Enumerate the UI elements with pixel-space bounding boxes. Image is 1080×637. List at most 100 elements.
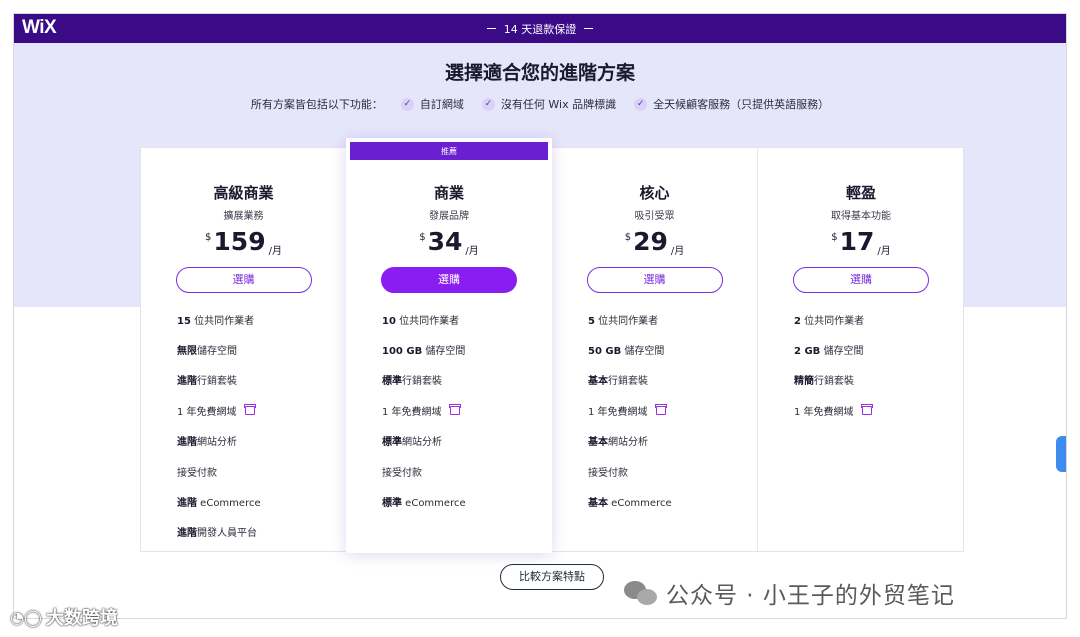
feature-highlight: 2 [794, 315, 801, 327]
select-plan-button[interactable]: 選購 [586, 267, 723, 293]
gift-icon [860, 403, 873, 415]
plan-feature-item: 10 位共同作業者 [382, 304, 552, 334]
watermark-text: 公众号 · 小王子的外贸笔记 [666, 583, 955, 609]
feature-text: 精簡行銷套裝 [794, 372, 854, 387]
compare-plans-button[interactable]: 比較方案特點 [500, 564, 604, 590]
feature-detail: 位共同作業者 [190, 315, 255, 327]
price-period: /月 [268, 246, 282, 257]
feature-highlight: 50 GB [588, 346, 622, 358]
plan-feature-list: 5 位共同作業者 50 GB 儲存空間 基本行銷套裝 1 年免費網域 基本網站分析 接受付… [552, 304, 757, 517]
features-intro: 所有方案皆包括以下功能： [250, 98, 383, 111]
feature-detail: 位共同作業者 [594, 315, 659, 327]
plan-card: 高級商業 擴展業務 $ 159 /月 選購 15 位共同作業者 無限儲存空間 進階行銷套… [141, 148, 347, 551]
currency-symbol: $ [419, 232, 426, 243]
plan-price: $ 29 /月 [552, 227, 757, 258]
check-icon: ✓ [400, 97, 414, 111]
feature-detail: 1 年免費網域 [382, 406, 442, 418]
feature-text: 標準行銷套裝 [382, 372, 442, 387]
feature-text: 接受付款 [588, 464, 628, 479]
plan-card: 推薦 商業 發展品牌 $ 34 /月 選購 10 位共同作業者 100 GB 儲存空間標… [346, 138, 552, 553]
feature-text: 標準 eCommerce [382, 494, 466, 509]
top-banner: WiX 14 天退款保證 [14, 14, 1066, 43]
select-plan-button[interactable]: 選購 [381, 267, 517, 293]
feature-detail: 1 年免費網域 [177, 406, 237, 418]
price-amount: 159 [213, 227, 266, 256]
plan-feature-item: 1 年免費網域 [794, 395, 964, 425]
check-icon: ✓ [481, 97, 495, 111]
plan-feature-item: 100 GB 儲存空間 [382, 334, 552, 364]
feature-label: 全天候顧客服務（只提供英語服務） [653, 98, 830, 111]
plan-feature-item: 進階 eCommerce [177, 486, 346, 516]
plan-cards: 高級商業 擴展業務 $ 159 /月 選購 15 位共同作業者 無限儲存空間 進階行銷套… [140, 138, 964, 553]
feature-text: 2 位共同作業者 [794, 312, 864, 327]
currency-symbol: $ [205, 232, 212, 243]
price-amount: 34 [427, 227, 463, 256]
plan-feature-item: 進階網站分析 [177, 426, 346, 456]
feature-highlight: 標準 [382, 376, 402, 388]
watermark-brand-text: 大数跨境 [45, 608, 118, 629]
feature-highlight: 進階 [177, 376, 197, 388]
feature-highlight: 100 GB [382, 346, 423, 358]
feature-highlight: 進階 [177, 528, 197, 540]
feature-detail: 位共同作業者 [395, 315, 460, 327]
plan-feature-list: 10 位共同作業者 100 GB 儲存空間 標準行銷套裝 1 年免費網域 標準網站分析接… [346, 304, 552, 517]
feature-text: 10 位共同作業者 [382, 312, 459, 327]
feature-detail: 儲存空間 [621, 346, 665, 358]
page-title: 選擇適合您的進階方案 [444, 62, 635, 84]
feature-detail: eCommerce [197, 498, 261, 510]
feature-text: 1 年免費網域 [382, 403, 442, 418]
brand-mark-icon: ◔◯ [10, 607, 42, 627]
price-amount: 29 [633, 227, 668, 256]
plan-price: $ 159 /月 [141, 227, 346, 258]
wechat-icon [624, 579, 658, 607]
side-help-tab[interactable] [1056, 436, 1066, 472]
feature-detail: eCommerce [402, 498, 466, 510]
feature-detail: 儲存空間 [422, 346, 466, 358]
feature-highlight: 基本 [588, 437, 608, 449]
feature-text: 2 GB 儲存空間 [794, 342, 863, 357]
feature-highlight: 標準 [382, 498, 402, 510]
feature-detail: 網站分析 [197, 437, 237, 449]
feature-detail: 網站分析 [402, 437, 442, 449]
feature-detail: 行銷套裝 [402, 376, 442, 388]
feature-text: 進階網站分析 [177, 433, 237, 448]
recommended-ribbon: 推薦 [350, 142, 548, 160]
feature-text: 接受付款 [177, 464, 217, 479]
plan-subtitle: 吸引受眾 [634, 211, 675, 222]
price-period: /月 [465, 246, 479, 257]
feature-detail: 1 年免費網域 [794, 406, 854, 418]
plan-feature-item: 5 位共同作業者 [588, 304, 757, 334]
plan-feature-item: 接受付款 [588, 456, 757, 486]
currency-symbol: $ [831, 232, 838, 243]
gift-icon [243, 403, 256, 415]
plan-card: 核心 吸引受眾 $ 29 /月 選購 5 位共同作業者 50 GB 儲存空間 基本行銷套… [552, 148, 758, 551]
plan-feature-item: 1 年免費網域 [177, 395, 346, 425]
feature-text: 50 GB 儲存空間 [588, 342, 664, 357]
feature-highlight: 進階 [177, 437, 197, 449]
plan-feature-item: 進階開發人員平台 [177, 517, 346, 547]
feature-detail: eCommerce [608, 498, 672, 510]
feature-text: 5 位共同作業者 [588, 312, 658, 327]
watermark-wechat: 公众号 · 小王子的外贸笔记 [624, 576, 955, 610]
feature-text: 100 GB 儲存空間 [382, 342, 465, 357]
gift-icon [448, 403, 461, 415]
plan-feature-item: 1 年免費網域 [588, 395, 757, 425]
dash-right-icon [584, 28, 594, 29]
select-plan-button[interactable]: 選購 [175, 267, 312, 293]
feature-highlight: 10 [382, 315, 396, 327]
feature-text: 標準網站分析 [382, 433, 442, 448]
feature-item: ✓ 全天候顧客服務（只提供英語服務） [634, 96, 829, 112]
feature-detail: 位共同作業者 [800, 315, 865, 327]
select-plan-button[interactable]: 選購 [793, 267, 929, 293]
feature-highlight: 進階 [177, 498, 197, 510]
feature-label: 沒有任何 Wix 品牌標識 [500, 98, 617, 111]
feature-detail: 開發人員平台 [197, 528, 257, 540]
feature-item: ✓ 自訂網域 [400, 96, 464, 112]
price-amount: 17 [839, 227, 875, 256]
feature-detail: 接受付款 [588, 467, 628, 479]
feature-highlight: 基本 [588, 498, 608, 510]
wix-logo[interactable]: WiX [22, 17, 57, 39]
feature-highlight: 15 [177, 315, 191, 327]
plan-feature-item: 15 位共同作業者 [177, 304, 346, 334]
plan-feature-item: 無限儲存空間 [177, 334, 346, 364]
